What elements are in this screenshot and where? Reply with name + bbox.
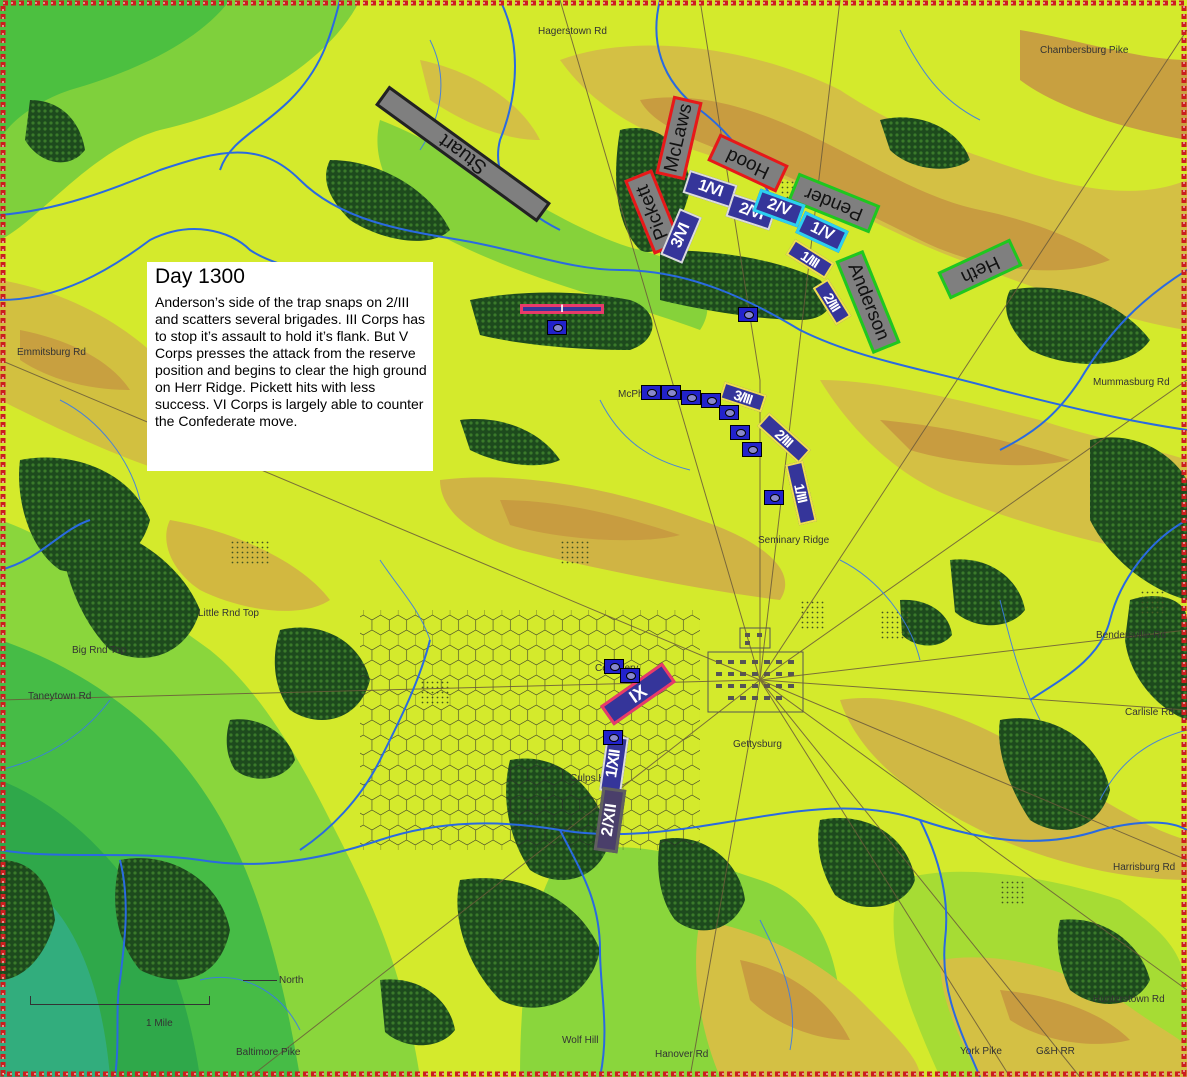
road-label-hunterstown: Hunterstown Rd: [1093, 994, 1165, 1005]
road-label-carlisle: Carlisle Rd: [1125, 707, 1174, 718]
road-label-hanover: Hanover Rd: [655, 1049, 709, 1060]
road-label-hagerstown: Hagerstown Rd: [538, 26, 607, 37]
road-label-mummasburg: Mummasburg Rd: [1093, 377, 1170, 388]
north-label: North: [279, 975, 304, 986]
unit-label: 2/V: [764, 195, 794, 220]
hq-marker[interactable]: [730, 425, 750, 440]
hq-marker[interactable]: [742, 442, 762, 457]
scale-bar: [30, 996, 210, 1005]
road-label-baltimore: Baltimore Pike: [236, 1047, 301, 1058]
unit-label: 1/VI: [695, 176, 725, 201]
road-label-chambersburg: Chambersburg Pike: [1040, 45, 1129, 56]
terrain-layer: [0, 0, 1187, 1077]
road-label-emmitsburg: Emmitsburg Rd: [17, 347, 86, 358]
hq-marker[interactable]: [681, 390, 701, 405]
place-label-big-round-top: Big Rnd Top: [72, 645, 127, 656]
place-label-little-round-top: Little Rnd Top: [198, 608, 259, 619]
hq-marker[interactable]: [603, 730, 623, 745]
unit-i[interactable]: I: [520, 303, 604, 315]
day-summary-text: Anderson’s side of the trap snaps on 2/I…: [155, 294, 427, 429]
hq-marker[interactable]: [764, 490, 784, 505]
road-label-harrisburg: Harrisburg Rd: [1113, 862, 1176, 873]
unit-label: I: [560, 303, 564, 315]
place-label-mcpherson: McPh: [618, 389, 644, 400]
unit-label: 2/XII: [598, 802, 621, 838]
hq-marker[interactable]: [661, 385, 681, 400]
place-label-gettysburg: Gettysburg: [733, 739, 782, 750]
hq-marker[interactable]: [701, 393, 721, 408]
road-label-york: York Pike: [960, 1046, 1002, 1057]
road-label-gh-rr: G&H RR: [1036, 1046, 1075, 1057]
scale-label: 1 Mile: [146, 1018, 173, 1029]
road-label-bendersville: Bendersville Rd: [1096, 630, 1167, 641]
road-label-taneytown: Taneytown Rd: [28, 691, 92, 702]
hq-marker[interactable]: [641, 385, 661, 400]
hq-marker[interactable]: [620, 668, 640, 683]
unit-label: 1/III: [791, 482, 811, 504]
day-title: Day 1300: [155, 265, 245, 288]
unit-label: 1/XII: [603, 748, 624, 779]
battle-map: Hagerstown Rd Chambersburg Pike Emmitsbu…: [0, 0, 1187, 1077]
day-summary-panel: Day 1300 Anderson’s side of the trap sna…: [147, 262, 433, 471]
place-label-wolf-hill: Wolf Hill: [562, 1035, 599, 1046]
north-arrow: [243, 980, 277, 981]
hq-marker[interactable]: [547, 320, 567, 335]
place-label-seminary-ridge: Seminary Ridge: [758, 535, 830, 546]
hq-marker[interactable]: [719, 405, 739, 420]
hq-marker[interactable]: [738, 307, 758, 322]
